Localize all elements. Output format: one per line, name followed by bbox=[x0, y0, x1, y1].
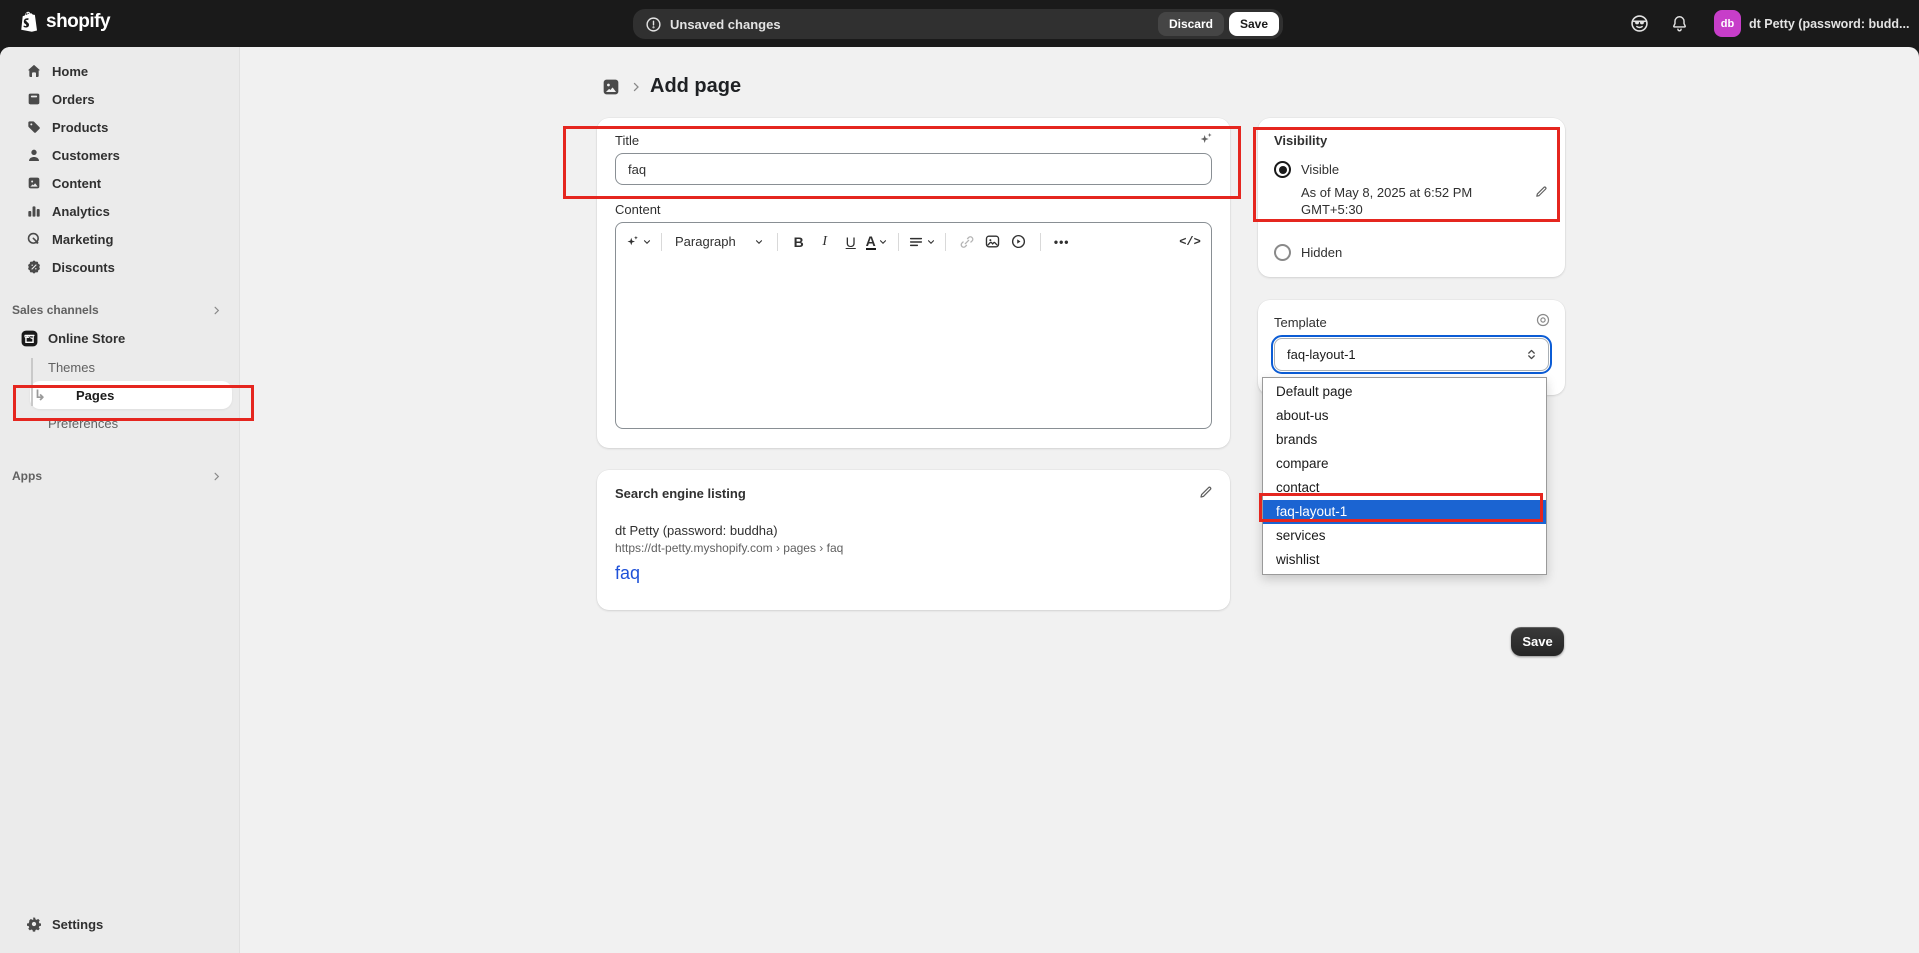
editor-body[interactable] bbox=[616, 260, 1211, 428]
link-icon[interactable] bbox=[955, 229, 979, 255]
chevron-right-icon bbox=[211, 305, 222, 316]
sidebar-item-content[interactable]: Content bbox=[8, 169, 232, 197]
template-dropdown-list: Default page about-us brands compare con… bbox=[1262, 377, 1547, 575]
sidekick-icon[interactable] bbox=[1623, 8, 1655, 40]
ai-sparkle-icon[interactable] bbox=[1198, 131, 1214, 147]
sidebar-item-marketing[interactable]: Marketing bbox=[8, 225, 232, 253]
title-label: Title bbox=[615, 133, 1212, 148]
sidebar-item-analytics[interactable]: Analytics bbox=[8, 197, 232, 225]
visibility-card: Visibility Visible As of May 8, 2025 at … bbox=[1258, 118, 1565, 277]
visibility-header: Visibility bbox=[1274, 133, 1549, 148]
more-options-button[interactable]: ••• bbox=[1050, 229, 1074, 255]
breadcrumb: Add page bbox=[600, 75, 741, 98]
alert-circle-icon bbox=[645, 16, 662, 33]
underline-button[interactable]: U bbox=[839, 229, 863, 255]
visible-radio[interactable]: Visible bbox=[1274, 161, 1549, 178]
editor-toolbar: Paragraph B I U A bbox=[616, 223, 1211, 260]
sidebar-item-settings[interactable]: Settings bbox=[8, 909, 232, 939]
discard-button[interactable]: Discard bbox=[1158, 12, 1224, 36]
seo-header: Search engine listing bbox=[615, 486, 1212, 501]
unsaved-changes-banner: Unsaved changes Discard Save bbox=[633, 9, 1283, 39]
content-icon bbox=[26, 175, 42, 191]
analytics-icon bbox=[26, 203, 42, 219]
dropdown-option[interactable]: services bbox=[1263, 524, 1546, 548]
logo-wordmark: shopify bbox=[46, 11, 110, 33]
hidden-radio[interactable]: Hidden bbox=[1274, 244, 1549, 261]
apps-header[interactable]: Apps bbox=[8, 463, 232, 489]
template-select[interactable]: faq-layout-1 bbox=[1274, 338, 1549, 371]
gear-icon bbox=[26, 916, 42, 932]
visibility-date-note: As of May 8, 2025 at 6:52 PM GMT+5:30 bbox=[1301, 184, 1501, 218]
sidebar-item-products[interactable]: Products bbox=[8, 113, 232, 141]
seo-url: https://dt-petty.myshopify.com › pages ›… bbox=[615, 541, 1212, 555]
sidebar-item-home[interactable]: Home bbox=[8, 57, 232, 85]
view-template-icon[interactable] bbox=[1535, 312, 1551, 328]
dropdown-option[interactable]: contact bbox=[1263, 476, 1546, 500]
sidebar-item-themes[interactable]: Themes bbox=[8, 353, 232, 381]
save-button-bottom[interactable]: Save bbox=[1511, 627, 1564, 656]
user-name: dt Petty (password: budd... bbox=[1749, 17, 1909, 31]
sidebar-item-orders[interactable]: Orders bbox=[8, 85, 232, 113]
text-color-button[interactable]: A bbox=[865, 229, 889, 255]
topbar: shopify Unsaved changes Discard Save db … bbox=[0, 0, 1919, 47]
dropdown-option[interactable]: about-us bbox=[1263, 404, 1546, 428]
edit-visibility-pencil-icon[interactable] bbox=[1534, 184, 1549, 199]
ai-magic-button[interactable] bbox=[625, 229, 652, 255]
avatar: db bbox=[1714, 10, 1741, 37]
edit-pencil-icon[interactable] bbox=[1198, 484, 1214, 500]
sidebar-item-preferences[interactable]: Preferences bbox=[8, 409, 232, 437]
sidebar-item-pages[interactable]: ↳ Pages bbox=[30, 381, 232, 409]
app-frame: Home Orders Products Customers Content A… bbox=[0, 47, 1919, 953]
home-icon bbox=[26, 63, 42, 79]
seo-page-title-link[interactable]: faq bbox=[615, 563, 1212, 584]
insert-image-icon[interactable] bbox=[981, 229, 1005, 255]
products-tag-icon bbox=[26, 119, 42, 135]
radio-selected-icon bbox=[1274, 161, 1291, 178]
sales-channels-header[interactable]: Sales channels bbox=[8, 297, 232, 323]
bold-button[interactable]: B bbox=[787, 229, 811, 255]
bell-icon[interactable] bbox=[1663, 8, 1695, 40]
insert-video-icon[interactable] bbox=[1007, 229, 1031, 255]
content-label: Content bbox=[615, 202, 1212, 217]
orders-icon bbox=[26, 91, 42, 107]
discounts-icon bbox=[26, 259, 42, 275]
title-input[interactable] bbox=[615, 153, 1212, 185]
shopify-bag-icon bbox=[18, 10, 39, 33]
sidebar: Home Orders Products Customers Content A… bbox=[0, 47, 240, 953]
sidebar-item-customers[interactable]: Customers bbox=[8, 141, 232, 169]
dropdown-option[interactable]: wishlist bbox=[1263, 548, 1546, 572]
italic-button[interactable]: I bbox=[813, 229, 837, 255]
save-button-topbar[interactable]: Save bbox=[1229, 12, 1279, 36]
template-header: Template bbox=[1274, 315, 1549, 330]
rich-text-editor[interactable]: Paragraph B I U A bbox=[615, 222, 1212, 429]
pages-breadcrumb-icon[interactable] bbox=[600, 76, 622, 98]
chevron-right-icon bbox=[211, 471, 222, 482]
chevron-right-icon bbox=[630, 81, 642, 93]
paragraph-style-dropdown[interactable]: Paragraph bbox=[671, 229, 768, 255]
radio-unselected-icon bbox=[1274, 244, 1291, 261]
marketing-icon bbox=[26, 231, 42, 247]
dropdown-option[interactable]: compare bbox=[1263, 452, 1546, 476]
branch-arrow-icon: ↳ bbox=[34, 387, 46, 404]
seo-site-name: dt Petty (password: buddha) bbox=[615, 523, 1212, 538]
dropdown-option[interactable]: brands bbox=[1263, 428, 1546, 452]
code-view-button[interactable]: </> bbox=[1178, 229, 1202, 255]
tree-connector-line bbox=[31, 358, 33, 406]
sidebar-item-discounts[interactable]: Discounts bbox=[8, 253, 232, 281]
dropdown-option-selected[interactable]: faq-layout-1 bbox=[1263, 500, 1546, 524]
seo-card: Search engine listing dt Petty (password… bbox=[597, 470, 1230, 610]
user-menu[interactable]: db dt Petty (password: budd... bbox=[1709, 6, 1919, 42]
shopify-logo[interactable]: shopify bbox=[18, 10, 110, 33]
title-content-card: Title Content Paragraph B I U bbox=[597, 118, 1230, 448]
page-title: Add page bbox=[650, 75, 741, 98]
customers-icon bbox=[26, 147, 42, 163]
banner-text: Unsaved changes bbox=[670, 17, 781, 32]
sidebar-item-online-store[interactable]: Online Store bbox=[8, 323, 232, 353]
select-updown-icon bbox=[1525, 348, 1538, 361]
online-store-icon bbox=[20, 329, 39, 348]
alignment-button[interactable] bbox=[908, 229, 936, 255]
dropdown-option[interactable]: Default page bbox=[1263, 380, 1546, 404]
